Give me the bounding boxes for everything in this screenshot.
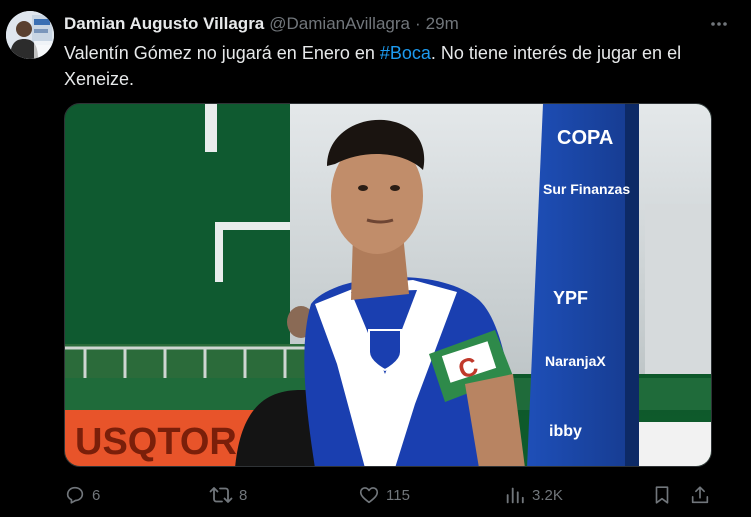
banner-text: Sur Finanzas [543,181,630,197]
user-handle[interactable]: @DamianAvillagra [269,14,410,34]
banner-text: NaranjaX [545,353,606,369]
ad-board-text: USQTOR [75,421,237,463]
separator-dot: · [415,14,421,33]
like-icon [359,487,379,504]
views-button[interactable]: 3.2K [504,482,563,508]
avatar-image [6,11,54,59]
repost-icon [209,487,233,503]
tweet-actions: 6 8 115 3.2K [64,482,712,508]
bookmark-button[interactable] [651,482,673,508]
banner-text: YPF [553,288,588,308]
like-count: 115 [386,486,410,504]
reply-icon [66,486,84,504]
football-player-photo: USQTOR COPA Sur Finanzas YPF NaranjaX ib… [65,104,711,466]
like-button[interactable]: 115 [358,482,410,508]
repost-count: 8 [239,486,248,504]
share-icon [691,486,709,504]
display-name[interactable]: Damian Augusto Villagra [64,14,264,34]
hashtag-link[interactable]: #Boca [380,43,431,63]
bookmark-icon [655,486,669,504]
tweet-text: Valentín Gómez no jugará en Enero en #Bo… [64,40,714,92]
tweet-text-part: Valentín Gómez no jugará en Enero en [64,43,380,63]
banner-text: COPA [557,127,613,149]
tweet-header: Damian Augusto Villagra @DamianAvillagra… [64,12,711,36]
views-icon [506,487,524,504]
timestamp[interactable]: 29m [426,14,459,34]
banner-text: ibby [549,423,582,440]
tweet-image[interactable]: USQTOR COPA Sur Finanzas YPF NaranjaX ib… [64,103,712,467]
avatar[interactable] [6,11,54,59]
view-count: 3.2K [532,486,563,504]
more-icon [711,22,727,26]
tweet[interactable]: Damian Augusto Villagra @DamianAvillagra… [0,0,751,517]
share-button[interactable] [689,482,711,508]
reply-count: 6 [92,486,101,504]
repost-button[interactable]: 8 [209,482,247,508]
reply-button[interactable]: 6 [64,482,100,508]
more-options-button[interactable] [705,12,733,36]
